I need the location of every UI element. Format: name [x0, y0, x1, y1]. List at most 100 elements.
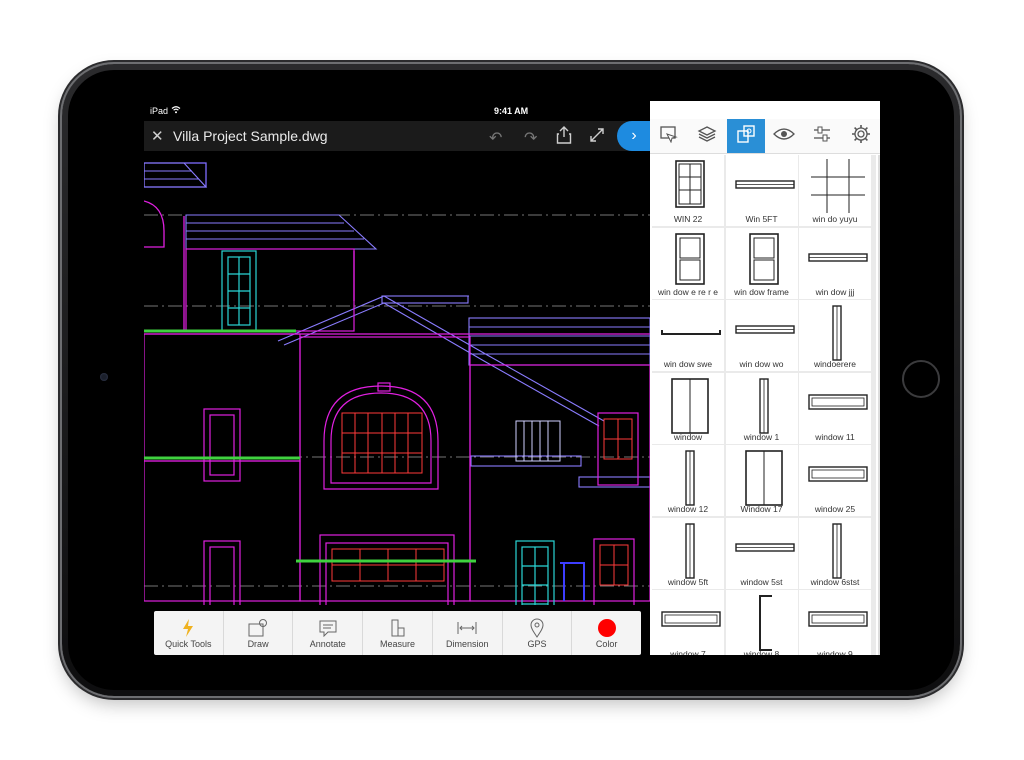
block-item[interactable]: Window 17: [725, 445, 798, 516]
share-icon[interactable]: [556, 126, 572, 149]
block-thumbnail-icon: [758, 595, 772, 651]
measure-button[interactable]: Measure: [363, 611, 433, 655]
gps-button[interactable]: GPS: [503, 611, 573, 655]
measure-icon: [388, 617, 408, 639]
panel-toggle-button[interactable]: ›: [617, 121, 651, 151]
block-item[interactable]: win do yuyu: [799, 155, 871, 226]
block-item[interactable]: window 9: [799, 590, 871, 655]
dimension-label: Dimension: [445, 639, 489, 649]
block-thumbnail-icon: [808, 252, 868, 262]
tab-properties[interactable]: [803, 119, 841, 153]
block-item[interactable]: window 5st: [725, 517, 798, 589]
block-item[interactable]: win dow frame: [725, 227, 798, 299]
draw-button[interactable]: Draw: [224, 611, 294, 655]
block-label: win dow e re r e: [658, 286, 718, 297]
block-item[interactable]: window 11: [799, 372, 871, 444]
quick-tools-label: Quick Tools: [165, 639, 212, 649]
panel-tab-bar: [650, 119, 880, 154]
block-label: window 6stst: [810, 576, 860, 587]
dimension-button[interactable]: Dimension: [433, 611, 503, 655]
block-thumbnail-icon: [675, 232, 705, 285]
block-label: window: [673, 431, 703, 442]
block-label: window 8: [743, 649, 780, 655]
block-label: window 1: [743, 431, 780, 442]
redo-icon[interactable]: ↷: [524, 128, 537, 148]
gps-pin-icon: [530, 617, 544, 639]
app-screen: iPad 9:41 AM ✕ Villa Project Sample.dwg …: [144, 101, 880, 655]
gear-icon: [851, 124, 871, 149]
tab-settings[interactable]: [842, 119, 880, 153]
block-thumbnail-icon: [758, 377, 769, 434]
block-thumbnail-icon: [832, 305, 842, 361]
block-thumbnail-icon: [808, 611, 868, 627]
block-item[interactable]: window 25: [799, 445, 871, 516]
front-camera: [100, 373, 108, 381]
block-thumbnail-icon: [685, 522, 695, 579]
block-item[interactable]: win dow jjj: [799, 227, 871, 299]
block-item[interactable]: window 5ft: [652, 517, 724, 589]
color-button[interactable]: Color: [572, 611, 641, 655]
annotate-icon: [318, 617, 338, 639]
block-item[interactable]: win dow wo: [725, 300, 798, 371]
measure-label: Measure: [380, 639, 416, 649]
block-label: Win 5FT: [745, 214, 778, 224]
block-label: window 12: [667, 504, 709, 514]
block-item[interactable]: window: [652, 372, 724, 444]
block-thumbnail-icon: [832, 522, 842, 579]
cad-drawing-canvas[interactable]: [144, 151, 651, 632]
block-label: WIN 22: [673, 214, 703, 224]
fullscreen-icon[interactable]: [590, 128, 604, 147]
chevron-right-icon: ›: [631, 127, 637, 144]
block-item[interactable]: win dow e re r e: [652, 227, 724, 299]
color-dot-icon: [597, 617, 617, 639]
block-item[interactable]: window 12: [652, 445, 724, 516]
status-bar: iPad 9:41 AM: [144, 101, 650, 121]
eye-icon: [773, 127, 796, 146]
block-label: win dow jjj: [815, 286, 855, 297]
color-label: Color: [595, 639, 618, 649]
block-item[interactable]: win dow swe: [652, 300, 724, 371]
block-thumbnail-icon: [671, 377, 709, 434]
block-palette-icon: [659, 125, 679, 148]
tab-blocks[interactable]: [726, 119, 765, 153]
block-item[interactable]: windoerere: [799, 300, 871, 371]
annotate-button[interactable]: Annotate: [293, 611, 364, 655]
block-item[interactable]: window 1: [725, 372, 798, 444]
annotate-label: Annotate: [309, 639, 346, 649]
bottom-toolbar: Quick Tools Draw Annotate Measure Dimens…: [154, 611, 641, 655]
tab-block-palette[interactable]: [650, 119, 688, 153]
blocks-panel: WIN 22 Win 5FT win do yuyu win dow e re r e…: [650, 101, 880, 655]
block-label: window 7: [670, 649, 706, 655]
document-title: Villa Project Sample.dwg: [173, 128, 328, 144]
block-label: windoerere: [813, 359, 857, 369]
block-item[interactable]: window 8: [725, 590, 798, 655]
title-bar: ✕ Villa Project Sample.dwg ↶ ↷: [144, 121, 650, 151]
tab-layers[interactable]: [688, 119, 726, 153]
block-thumbnail-icon: [685, 450, 695, 506]
close-icon[interactable]: ✕: [151, 127, 164, 145]
scrollbar[interactable]: [878, 155, 880, 655]
block-label: window 9: [817, 649, 853, 655]
layers-icon: [697, 125, 717, 148]
blocks-icon: [736, 124, 756, 149]
block-label: window 5ft: [667, 576, 709, 587]
block-item[interactable]: window 6stst: [799, 517, 871, 589]
block-thumbnail-icon: [661, 330, 721, 335]
block-thumbnail-icon: [808, 466, 868, 482]
block-item[interactable]: WIN 22: [652, 155, 724, 226]
undo-icon[interactable]: ↶: [489, 128, 502, 148]
home-button[interactable]: [902, 360, 940, 398]
gps-label: GPS: [527, 639, 547, 649]
block-thumbnail-icon: [744, 450, 783, 506]
block-item[interactable]: window 7: [652, 590, 724, 655]
block-label: win dow wo: [739, 359, 784, 369]
quick-tools-button[interactable]: Quick Tools: [154, 611, 224, 655]
block-item[interactable]: Win 5FT: [725, 155, 798, 226]
block-thumbnail-icon: [811, 159, 865, 213]
block-grid: WIN 22 Win 5FT win do yuyu win dow e re r e…: [652, 155, 876, 655]
block-thumbnail-icon: [661, 611, 721, 627]
block-label: window 25: [814, 504, 856, 514]
block-label: win dow frame: [734, 286, 789, 297]
block-label: window 11: [815, 431, 855, 442]
tab-visibility[interactable]: [765, 119, 803, 153]
